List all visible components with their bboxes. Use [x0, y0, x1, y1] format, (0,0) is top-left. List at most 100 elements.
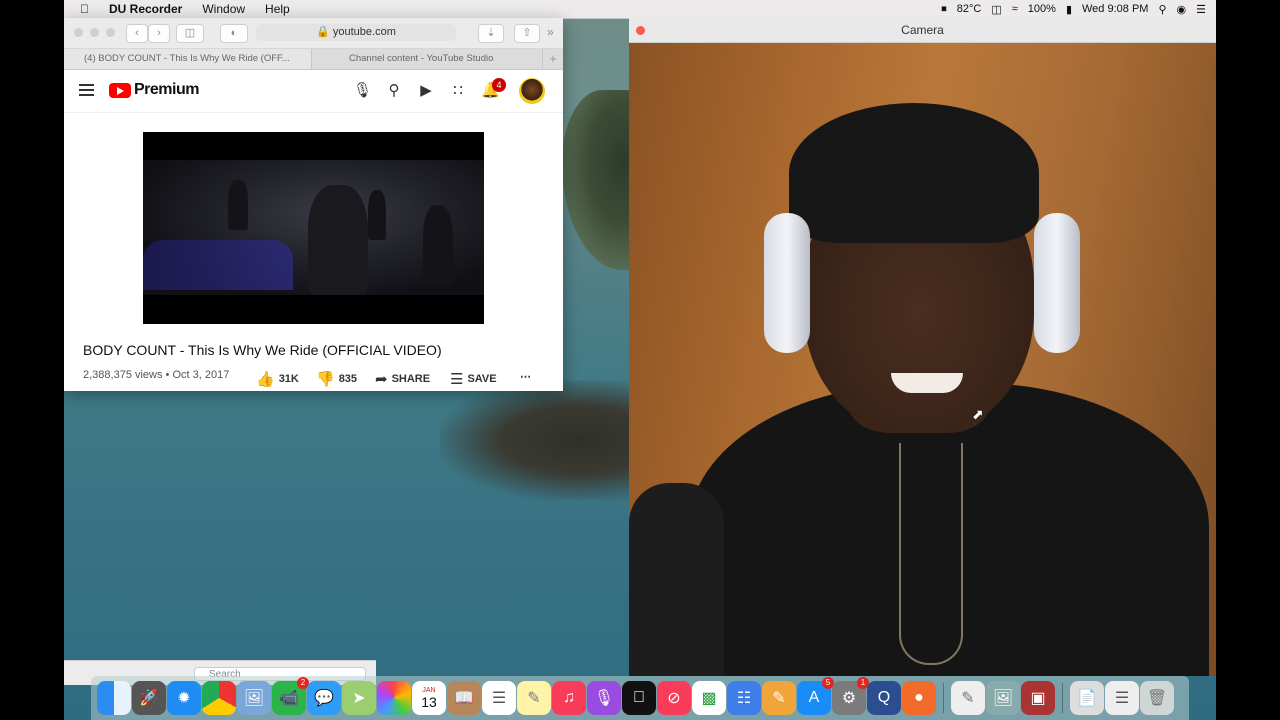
dock-tv[interactable]:  [622, 681, 656, 715]
temperature-readout[interactable]: 82°C [957, 3, 982, 15]
playlist-add-icon: ☰ [450, 371, 464, 388]
like-button[interactable]: 👍 31K [256, 370, 299, 388]
menu-app-name[interactable]: DU Recorder [109, 2, 182, 16]
battery-icon[interactable]: ▮ [1066, 3, 1072, 16]
downloads-icon[interactable]: ⇣ [478, 24, 504, 43]
dock-launchpad[interactable]: 🚀 [132, 681, 166, 715]
dock-contacts[interactable]: 📖 [447, 681, 481, 715]
dock-messages[interactable]: 💬 [307, 681, 341, 715]
forward-button[interactable]: › [148, 24, 170, 43]
dock-trash-icon[interactable]: 🗑 [1140, 681, 1174, 715]
video-figure [368, 190, 386, 240]
wifi-icon[interactable]: ≈ [1012, 3, 1018, 15]
clock[interactable]: Wed 9:08 PM [1082, 3, 1148, 15]
dock-safari[interactable]: ✹ [167, 681, 201, 715]
shield-icon[interactable]: ◐ [220, 24, 248, 43]
search-icon[interactable]: ⚲ [385, 82, 403, 100]
dock-pages[interactable]: ✎ [762, 681, 796, 715]
screen-icon[interactable]: ◫ [991, 3, 1001, 16]
tab-youtube-video[interactable]: (4) BODY COUNT - This Is Why We Ride (OF… [64, 49, 312, 69]
dock-maps[interactable]: ➤ [342, 681, 376, 715]
sidebar-toggle-icon[interactable]: ◫ [176, 24, 204, 43]
safari-window: ‹ › ◫ ◐ 🔒 youtube.com ⇣ ⇧ » (4) BODY COU… [64, 18, 563, 391]
camera-titlebar: Camera [629, 18, 1216, 43]
headphone-left [764, 213, 810, 353]
video-player[interactable] [143, 132, 484, 324]
spotlight-icon[interactable]: ⚲ [1158, 3, 1166, 16]
avatar[interactable] [519, 78, 545, 104]
dock-chrome[interactable] [202, 681, 236, 715]
back-button[interactable]: ‹ [126, 24, 148, 43]
more-chevron-icon[interactable]: » [547, 25, 554, 39]
minimize-window-button[interactable] [90, 28, 99, 37]
dock-du-recorder[interactable]: ● [902, 681, 936, 715]
headphone-right [1034, 213, 1080, 353]
camera-title: Camera [901, 23, 944, 37]
dock-music[interactable]: ♫ [552, 681, 586, 715]
more-actions-icon[interactable]: ⋯ [520, 370, 531, 383]
youtube-header: Premium 🎙 ⚲ ▶ ∷ 🔔 4 [64, 70, 563, 113]
zoom-window-button[interactable] [106, 28, 115, 37]
apple-menu-icon[interactable]:  [80, 2, 89, 16]
dock-photos[interactable] [377, 681, 411, 715]
menu-extras: ⏹ 82°C ◫ ≈ 100% ▮ Wed 9:08 PM ⚲ ◉ ☰ [941, 0, 1206, 18]
video-title: BODY COUNT - This Is Why We Ride (OFFICI… [83, 342, 442, 358]
dock-system-preferences[interactable]: ⚙ 1 [832, 677, 869, 715]
url-text: youtube.com [332, 26, 396, 38]
new-tab-button[interactable]: + [542, 49, 563, 69]
dislike-button[interactable]: 👎 835 [316, 370, 357, 388]
close-window-button[interactable] [74, 28, 83, 37]
dislike-count: 835 [338, 373, 358, 385]
tab-youtube-studio[interactable]: Channel content - YouTube Studio [313, 49, 543, 69]
share-label: SHARE [391, 373, 431, 385]
share-icon[interactable]: ⇧ [514, 24, 540, 43]
microphone-icon[interactable]: 🎙 [353, 82, 372, 100]
dock-podcasts[interactable]: 🎙 [587, 681, 621, 715]
rocky-shore [440, 380, 640, 500]
dock-notes[interactable]: ✎ [517, 681, 551, 715]
mouse-cursor-icon: ⬈ [972, 406, 984, 422]
camera-window: Camera ⬈ [629, 18, 1216, 676]
record-stop-icon[interactable]: ⏹ [941, 3, 947, 16]
share-button[interactable]: ➦ SHARE [375, 370, 430, 388]
dock-preview[interactable]: 🖼 [237, 681, 271, 715]
menu-help[interactable]: Help [265, 2, 290, 16]
dock-preview-2[interactable]: 🖼 [986, 681, 1020, 715]
save-button[interactable]: ☰ SAVE [450, 370, 497, 388]
dock-calendar[interactable]: JAN 13 [412, 681, 446, 715]
person-smile [891, 373, 963, 393]
lock-icon: 🔒 [316, 26, 330, 38]
dock-textedit[interactable]: ✎ [951, 681, 985, 715]
address-bar[interactable]: 🔒 youtube.com [256, 24, 456, 41]
dock-numbers[interactable]: ▩ [692, 681, 726, 715]
siri-icon[interactable]: ◉ [1177, 3, 1187, 16]
dock-photo-booth[interactable]: ▣ [1021, 681, 1055, 715]
notification-center-icon[interactable]: ☰ [1196, 3, 1206, 16]
share-arrow-icon: ➦ [375, 371, 388, 388]
hamburger-menu-icon[interactable] [79, 84, 94, 99]
dock-downloads[interactable]: ☰ [1105, 681, 1139, 715]
tab-label: Channel content - YouTube Studio [349, 53, 494, 64]
calendar-day: 13 [421, 694, 437, 710]
create-video-icon[interactable]: ▶ [417, 82, 435, 100]
battery-percent[interactable]: 100% [1028, 3, 1056, 15]
dock-documents[interactable]: 📄 [1070, 681, 1104, 715]
like-count: 31K [278, 373, 299, 385]
youtube-play-icon [109, 82, 131, 98]
youtube-logo[interactable]: Premium [109, 81, 199, 99]
dock-quicktime[interactable]: Q [867, 681, 901, 715]
tab-bar: (4) BODY COUNT - This Is Why We Ride (OF… [64, 49, 563, 70]
dock-news[interactable]: ⊘ [657, 681, 691, 715]
menu-window[interactable]: Window [202, 2, 245, 16]
safari-toolbar: ‹ › ◫ ◐ 🔒 youtube.com ⇣ ⇧ » [64, 18, 563, 49]
dock-reminders[interactable]: ☰ [482, 681, 516, 715]
dock-finder[interactable] [97, 681, 131, 715]
dock-keynote[interactable]: ☷ [727, 681, 761, 715]
thumbs-up-icon: 👍 [256, 371, 275, 388]
apps-grid-icon[interactable]: ∷ [449, 82, 467, 100]
dock-facetime[interactable]: 📹 2 [272, 677, 309, 715]
close-window-button[interactable] [636, 26, 645, 35]
tab-label: (4) BODY COUNT - This Is Why We Ride (OF… [84, 53, 290, 64]
video-car [143, 240, 293, 290]
dock-app-store[interactable]: A5 [797, 677, 834, 715]
